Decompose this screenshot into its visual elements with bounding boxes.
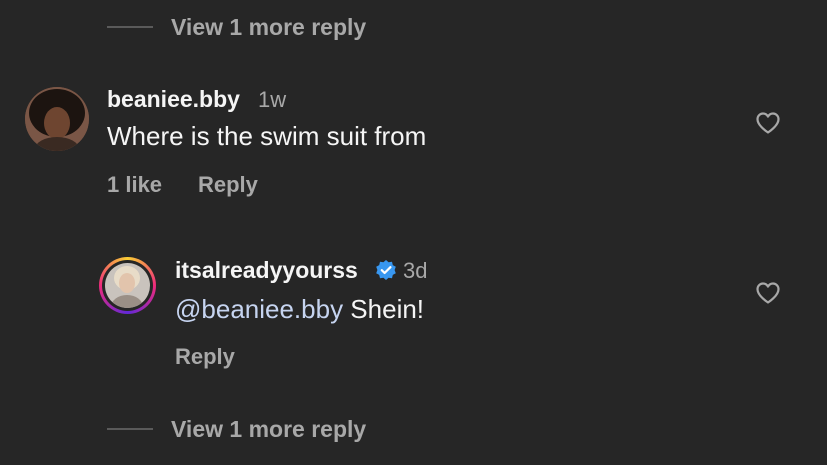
- heart-outline-icon[interactable]: [755, 281, 781, 305]
- mention-link[interactable]: @beaniee.bby: [175, 294, 343, 324]
- comment-likes-count[interactable]: 1 like: [107, 172, 162, 198]
- comment-username[interactable]: beaniee.bby: [107, 86, 240, 113]
- reply-text: @beaniee.bby Shein!: [175, 294, 424, 325]
- comment-timestamp: 1w: [258, 87, 287, 112]
- reply-username[interactable]: itsalreadyyourss: [175, 257, 358, 284]
- verified-badge-icon: [375, 259, 397, 281]
- view-more-replies-top[interactable]: View 1 more reply: [107, 12, 407, 42]
- avatar-story-ring[interactable]: [99, 257, 156, 314]
- view-more-replies-label[interactable]: View 1 more reply: [171, 14, 366, 41]
- comment-reply-button[interactable]: Reply: [198, 172, 258, 198]
- avatar[interactable]: [25, 87, 89, 151]
- thread-divider-line: [107, 26, 153, 28]
- heart-outline-icon[interactable]: [755, 111, 781, 135]
- thread-divider-line: [107, 428, 153, 430]
- comment-text: Where is the swim suit from: [107, 121, 427, 151]
- avatar: [105, 263, 150, 308]
- reply-timestamp: 3d: [403, 258, 428, 283]
- view-more-replies-label[interactable]: View 1 more reply: [171, 416, 366, 443]
- view-more-replies-bottom[interactable]: View 1 more reply: [107, 414, 407, 444]
- reply-reply-button[interactable]: Reply: [175, 344, 235, 370]
- reply-text-body: Shein!: [343, 294, 425, 324]
